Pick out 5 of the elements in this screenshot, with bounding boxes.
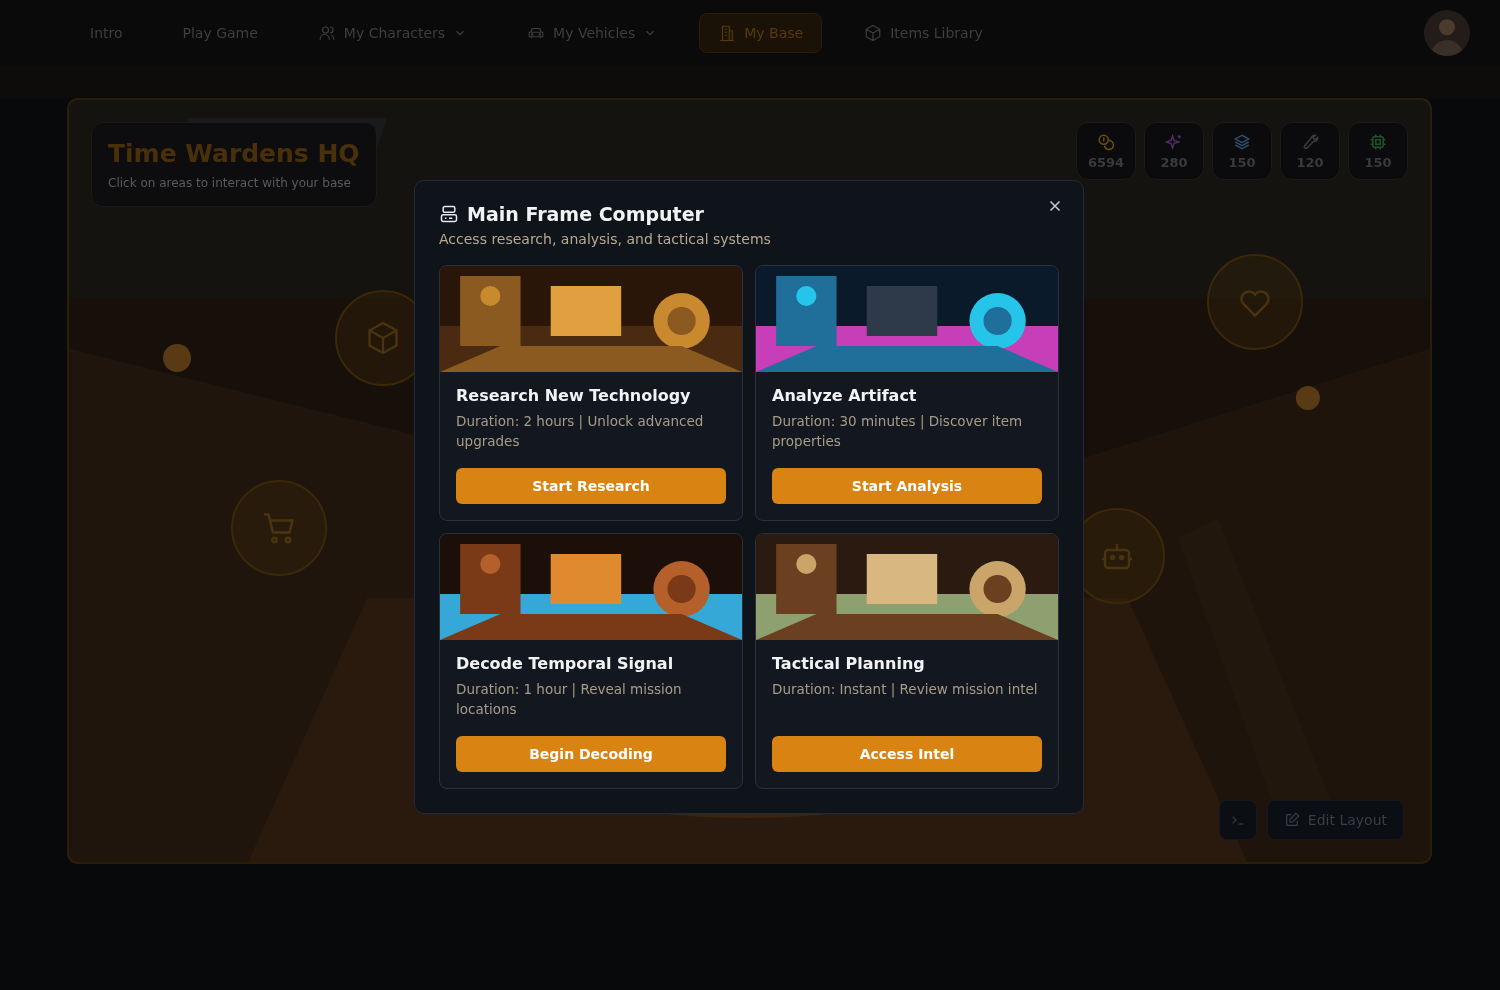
cube-icon [864,24,883,42]
user-icon [317,24,336,42]
nav-tab[interactable]: My Base [699,13,823,53]
avatar[interactable] [1424,10,1470,56]
building-icon [718,24,737,42]
